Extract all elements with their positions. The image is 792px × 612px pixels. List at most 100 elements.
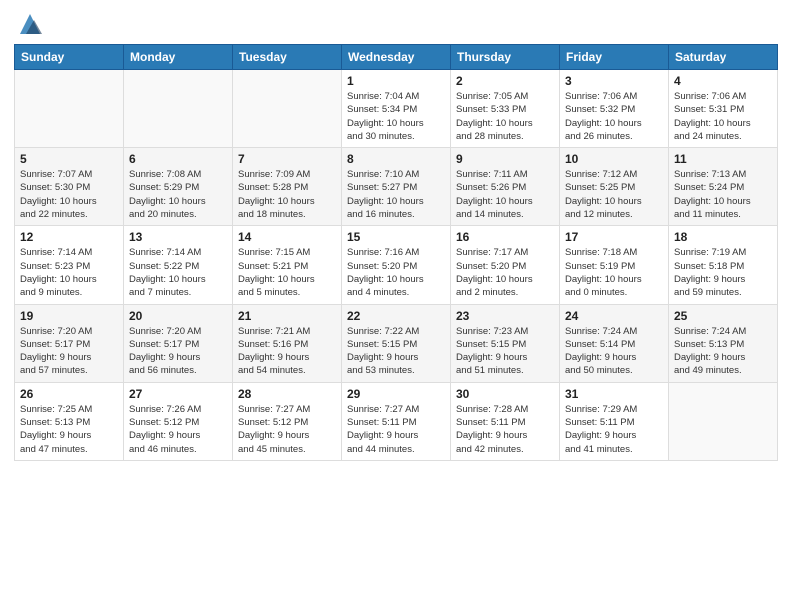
calendar-cell: 16 Sunrise: 7:17 AM Sunset: 5:20 PM Dayli… <box>451 226 560 304</box>
calendar-cell: 6 Sunrise: 7:08 AM Sunset: 5:29 PM Daylig… <box>124 148 233 226</box>
weekday-header-monday: Monday <box>124 45 233 70</box>
day-number: 18 <box>674 230 772 244</box>
day-info: Sunrise: 7:08 AM Sunset: 5:29 PM Dayligh… <box>129 168 227 221</box>
weekday-header-saturday: Saturday <box>669 45 778 70</box>
calendar-cell: 13Sunrise: 7:14 AM Sunset: 5:22 PM Dayli… <box>124 226 233 304</box>
day-number: 5 <box>20 152 118 166</box>
day-info: Sunrise: 7:26 AM Sunset: 5:12 PM Dayligh… <box>129 403 227 456</box>
calendar-cell: 15 Sunrise: 7:16 AM Sunset: 5:20 PM Dayli… <box>342 226 451 304</box>
day-info: Sunrise: 7:29 AM Sunset: 5:11 PM Dayligh… <box>565 403 663 456</box>
weekday-header-tuesday: Tuesday <box>233 45 342 70</box>
day-info: Sunrise: 7:20 AM Sunset: 5:17 PM Dayligh… <box>20 325 118 378</box>
day-info: Sunrise: 7:04 AM Sunset: 5:34 PM Dayligh… <box>347 90 445 143</box>
day-number: 11 <box>674 152 772 166</box>
day-number: 22 <box>347 309 445 323</box>
page: SundayMondayTuesdayWednesdayThursdayFrid… <box>0 0 792 612</box>
day-number: 24 <box>565 309 663 323</box>
day-number: 7 <box>238 152 336 166</box>
day-number: 20 <box>129 309 227 323</box>
header <box>14 10 778 38</box>
calendar-cell: 17 Sunrise: 7:18 AM Sunset: 5:19 PM Dayli… <box>560 226 669 304</box>
calendar-cell <box>669 382 778 460</box>
day-number: 29 <box>347 387 445 401</box>
calendar-cell: 28 Sunrise: 7:27 AM Sunset: 5:12 PM Dayli… <box>233 382 342 460</box>
day-number: 14 <box>238 230 336 244</box>
logo <box>14 10 44 38</box>
calendar-cell: 10 Sunrise: 7:12 AM Sunset: 5:25 PM Dayli… <box>560 148 669 226</box>
day-info: Sunrise: 7:06 AM Sunset: 5:32 PM Dayligh… <box>565 90 663 143</box>
day-info: Sunrise: 7:25 AM Sunset: 5:13 PM Dayligh… <box>20 403 118 456</box>
day-info: Sunrise: 7:16 AM Sunset: 5:20 PM Dayligh… <box>347 246 445 299</box>
day-number: 26 <box>20 387 118 401</box>
calendar-cell: 21 Sunrise: 7:21 AM Sunset: 5:16 PM Dayli… <box>233 304 342 382</box>
day-info: Sunrise: 7:06 AM Sunset: 5:31 PM Dayligh… <box>674 90 772 143</box>
day-number: 23 <box>456 309 554 323</box>
day-number: 10 <box>565 152 663 166</box>
day-number: 1 <box>347 74 445 88</box>
day-info: Sunrise: 7:21 AM Sunset: 5:16 PM Dayligh… <box>238 325 336 378</box>
calendar-cell: 14 Sunrise: 7:15 AM Sunset: 5:21 PM Dayli… <box>233 226 342 304</box>
weekday-header-friday: Friday <box>560 45 669 70</box>
day-number: 15 <box>347 230 445 244</box>
day-info: Sunrise: 7:13 AM Sunset: 5:24 PM Dayligh… <box>674 168 772 221</box>
calendar-cell: 26 Sunrise: 7:25 AM Sunset: 5:13 PM Dayli… <box>15 382 124 460</box>
day-info: Sunrise: 7:23 AM Sunset: 5:15 PM Dayligh… <box>456 325 554 378</box>
calendar-cell: 12 Sunrise: 7:14 AM Sunset: 5:23 PM Dayli… <box>15 226 124 304</box>
calendar-cell: 30 Sunrise: 7:28 AM Sunset: 5:11 PM Dayli… <box>451 382 560 460</box>
weekday-row: SundayMondayTuesdayWednesdayThursdayFrid… <box>15 45 778 70</box>
day-info: Sunrise: 7:19 AM Sunset: 5:18 PM Dayligh… <box>674 246 772 299</box>
calendar-cell: 5 Sunrise: 7:07 AM Sunset: 5:30 PM Daylig… <box>15 148 124 226</box>
day-info: Sunrise: 7:14 AM Sunset: 5:23 PM Dayligh… <box>20 246 118 299</box>
day-number: 2 <box>456 74 554 88</box>
calendar-cell: 31 Sunrise: 7:29 AM Sunset: 5:11 PM Dayli… <box>560 382 669 460</box>
calendar-cell: 9Sunrise: 7:11 AM Sunset: 5:26 PM Daylig… <box>451 148 560 226</box>
calendar-cell: 8 Sunrise: 7:10 AM Sunset: 5:27 PM Daylig… <box>342 148 451 226</box>
day-number: 4 <box>674 74 772 88</box>
day-info: Sunrise: 7:05 AM Sunset: 5:33 PM Dayligh… <box>456 90 554 143</box>
day-info: Sunrise: 7:15 AM Sunset: 5:21 PM Dayligh… <box>238 246 336 299</box>
calendar-week-5: 26 Sunrise: 7:25 AM Sunset: 5:13 PM Dayli… <box>15 382 778 460</box>
day-info: Sunrise: 7:11 AM Sunset: 5:26 PM Dayligh… <box>456 168 554 221</box>
day-number: 16 <box>456 230 554 244</box>
calendar-header: SundayMondayTuesdayWednesdayThursdayFrid… <box>15 45 778 70</box>
day-info: Sunrise: 7:24 AM Sunset: 5:13 PM Dayligh… <box>674 325 772 378</box>
calendar-week-2: 5 Sunrise: 7:07 AM Sunset: 5:30 PM Daylig… <box>15 148 778 226</box>
calendar-cell <box>124 70 233 148</box>
day-number: 6 <box>129 152 227 166</box>
day-number: 30 <box>456 387 554 401</box>
calendar-cell <box>15 70 124 148</box>
calendar-cell: 27 Sunrise: 7:26 AM Sunset: 5:12 PM Dayli… <box>124 382 233 460</box>
day-info: Sunrise: 7:10 AM Sunset: 5:27 PM Dayligh… <box>347 168 445 221</box>
day-info: Sunrise: 7:20 AM Sunset: 5:17 PM Dayligh… <box>129 325 227 378</box>
day-info: Sunrise: 7:24 AM Sunset: 5:14 PM Dayligh… <box>565 325 663 378</box>
calendar-body: 1 Sunrise: 7:04 AM Sunset: 5:34 PM Daylig… <box>15 70 778 461</box>
logo-icon <box>16 10 44 38</box>
day-number: 31 <box>565 387 663 401</box>
day-info: Sunrise: 7:07 AM Sunset: 5:30 PM Dayligh… <box>20 168 118 221</box>
calendar-cell: 3Sunrise: 7:06 AM Sunset: 5:32 PM Daylig… <box>560 70 669 148</box>
day-info: Sunrise: 7:28 AM Sunset: 5:11 PM Dayligh… <box>456 403 554 456</box>
calendar-week-1: 1 Sunrise: 7:04 AM Sunset: 5:34 PM Daylig… <box>15 70 778 148</box>
day-info: Sunrise: 7:12 AM Sunset: 5:25 PM Dayligh… <box>565 168 663 221</box>
weekday-header-sunday: Sunday <box>15 45 124 70</box>
calendar-cell: 19 Sunrise: 7:20 AM Sunset: 5:17 PM Dayli… <box>15 304 124 382</box>
weekday-header-wednesday: Wednesday <box>342 45 451 70</box>
day-number: 8 <box>347 152 445 166</box>
day-number: 19 <box>20 309 118 323</box>
day-info: Sunrise: 7:18 AM Sunset: 5:19 PM Dayligh… <box>565 246 663 299</box>
day-number: 27 <box>129 387 227 401</box>
calendar-cell: 11 Sunrise: 7:13 AM Sunset: 5:24 PM Dayli… <box>669 148 778 226</box>
weekday-header-thursday: Thursday <box>451 45 560 70</box>
calendar-cell: 7 Sunrise: 7:09 AM Sunset: 5:28 PM Daylig… <box>233 148 342 226</box>
day-number: 17 <box>565 230 663 244</box>
day-info: Sunrise: 7:27 AM Sunset: 5:12 PM Dayligh… <box>238 403 336 456</box>
day-number: 21 <box>238 309 336 323</box>
day-info: Sunrise: 7:22 AM Sunset: 5:15 PM Dayligh… <box>347 325 445 378</box>
calendar-cell: 25Sunrise: 7:24 AM Sunset: 5:13 PM Dayli… <box>669 304 778 382</box>
day-info: Sunrise: 7:17 AM Sunset: 5:20 PM Dayligh… <box>456 246 554 299</box>
day-info: Sunrise: 7:09 AM Sunset: 5:28 PM Dayligh… <box>238 168 336 221</box>
day-number: 12 <box>20 230 118 244</box>
day-number: 28 <box>238 387 336 401</box>
calendar-week-4: 19 Sunrise: 7:20 AM Sunset: 5:17 PM Dayli… <box>15 304 778 382</box>
calendar-table: SundayMondayTuesdayWednesdayThursdayFrid… <box>14 44 778 461</box>
